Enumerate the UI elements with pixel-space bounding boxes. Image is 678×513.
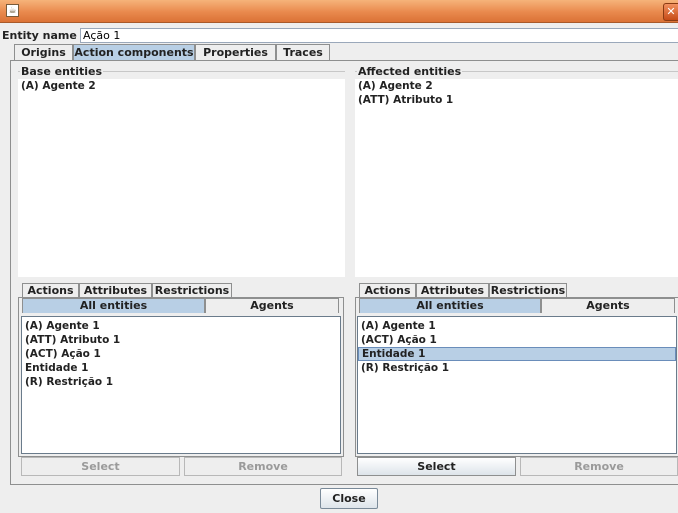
affected-entities-list[interactable]: (A) Agente 2 (ATT) Atributo 1 [355, 79, 678, 277]
remove-button[interactable]: Remove [520, 457, 678, 476]
remove-button[interactable]: Remove [184, 457, 342, 476]
tab-properties[interactable]: Properties [195, 44, 276, 60]
list-item[interactable]: (A) Agente 1 [358, 319, 676, 333]
tab-actions[interactable]: Actions [22, 283, 79, 298]
select-button[interactable]: Select [357, 457, 516, 476]
tab-restrictions[interactable]: Restrictions [489, 283, 567, 298]
close-icon[interactable]: ✕ [663, 3, 678, 21]
tab-all-entities[interactable]: All entities [22, 298, 205, 313]
list-item-selected[interactable]: Entidade 1 [358, 347, 676, 361]
tab-agents[interactable]: Agents [541, 298, 675, 313]
list-item[interactable]: (A) Agente 2 [355, 79, 678, 93]
close-button[interactable]: Close [320, 488, 378, 509]
list-item[interactable]: (ATT) Atributo 1 [355, 93, 678, 107]
tab-all-entities[interactable]: All entities [359, 298, 541, 313]
base-entities-title: Base entities [20, 65, 104, 78]
tab-agents[interactable]: Agents [205, 298, 339, 313]
select-button[interactable]: Select [21, 457, 180, 476]
tab-origins[interactable]: Origins [14, 44, 73, 60]
all-entities-list[interactable]: (A) Agente 1 (ATT) Atributo 1 (ACT) Ação… [21, 316, 341, 454]
list-item[interactable]: Entidade 1 [22, 361, 340, 375]
entity-name-label: Entity name [2, 29, 77, 42]
tab-attributes[interactable]: Attributes [416, 283, 489, 298]
list-item[interactable]: (ACT) Ação 1 [22, 347, 340, 361]
tab-attributes[interactable]: Attributes [79, 283, 152, 298]
java-icon: ☕ [6, 4, 19, 17]
affected-entities-title: Affected entities [357, 65, 463, 78]
title-bar: ☕ ✕ [0, 0, 678, 23]
tab-traces[interactable]: Traces [276, 44, 330, 60]
entity-name-input[interactable] [80, 28, 678, 43]
list-item[interactable]: (R) Restrição 1 [22, 375, 340, 389]
list-item[interactable]: (ACT) Ação 1 [358, 333, 676, 347]
all-entities-list[interactable]: (A) Agente 1 (ACT) Ação 1 Entidade 1 (R)… [357, 316, 677, 454]
tab-action-components[interactable]: Action components [73, 44, 195, 60]
list-item[interactable]: (R) Restrição 1 [358, 361, 676, 375]
list-item[interactable]: (A) Agente 2 [18, 79, 345, 93]
tab-actions[interactable]: Actions [359, 283, 416, 298]
tab-restrictions[interactable]: Restrictions [152, 283, 232, 298]
list-item[interactable]: (ATT) Atributo 1 [22, 333, 340, 347]
base-entities-list[interactable]: (A) Agente 2 [18, 79, 345, 277]
list-item[interactable]: (A) Agente 1 [22, 319, 340, 333]
